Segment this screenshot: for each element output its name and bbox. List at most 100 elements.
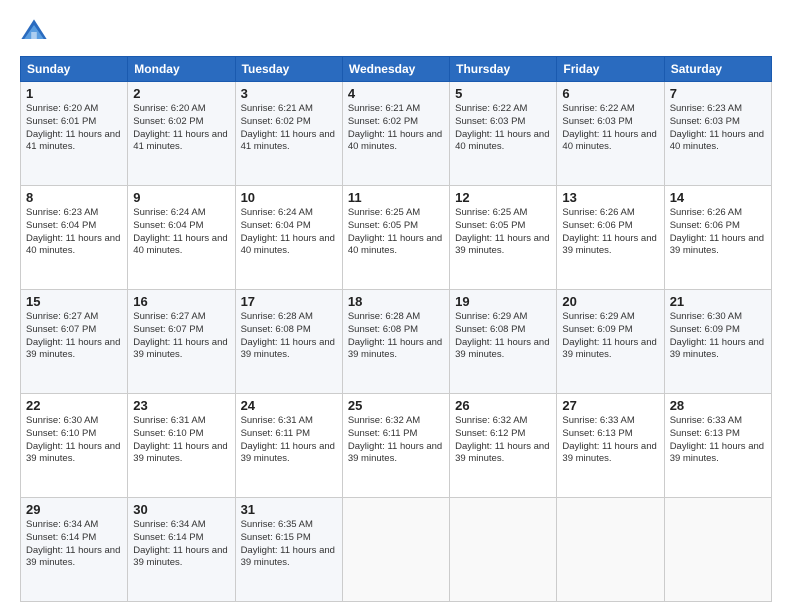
day-number: 18 [348, 294, 444, 309]
day-number: 17 [241, 294, 337, 309]
day-info: Sunrise: 6:33 AM Sunset: 6:13 PM Dayligh… [562, 415, 658, 466]
day-number: 25 [348, 398, 444, 413]
weekday-tuesday: Tuesday [235, 57, 342, 82]
day-cell-14: 14 Sunrise: 6:26 AM Sunset: 6:06 PM Dayl… [664, 186, 771, 290]
day-info: Sunrise: 6:22 AM Sunset: 6:03 PM Dayligh… [562, 103, 658, 154]
day-info: Sunrise: 6:23 AM Sunset: 6:03 PM Dayligh… [670, 103, 766, 154]
day-cell-25: 25 Sunrise: 6:32 AM Sunset: 6:11 PM Dayl… [342, 394, 449, 498]
day-number: 21 [670, 294, 766, 309]
day-info: Sunrise: 6:32 AM Sunset: 6:11 PM Dayligh… [348, 415, 444, 466]
day-number: 7 [670, 86, 766, 101]
day-cell-23: 23 Sunrise: 6:31 AM Sunset: 6:10 PM Dayl… [128, 394, 235, 498]
weekday-saturday: Saturday [664, 57, 771, 82]
day-info: Sunrise: 6:27 AM Sunset: 6:07 PM Dayligh… [26, 311, 122, 362]
day-cell-15: 15 Sunrise: 6:27 AM Sunset: 6:07 PM Dayl… [21, 290, 128, 394]
day-cell-6: 6 Sunrise: 6:22 AM Sunset: 6:03 PM Dayli… [557, 82, 664, 186]
day-number: 23 [133, 398, 229, 413]
logo-icon [20, 18, 48, 46]
week-row-2: 8 Sunrise: 6:23 AM Sunset: 6:04 PM Dayli… [21, 186, 772, 290]
day-info: Sunrise: 6:20 AM Sunset: 6:02 PM Dayligh… [133, 103, 229, 154]
day-number: 19 [455, 294, 551, 309]
day-number: 6 [562, 86, 658, 101]
day-number: 5 [455, 86, 551, 101]
day-cell-4: 4 Sunrise: 6:21 AM Sunset: 6:02 PM Dayli… [342, 82, 449, 186]
day-cell-7: 7 Sunrise: 6:23 AM Sunset: 6:03 PM Dayli… [664, 82, 771, 186]
day-cell-16: 16 Sunrise: 6:27 AM Sunset: 6:07 PM Dayl… [128, 290, 235, 394]
empty-cell [450, 498, 557, 602]
day-number: 8 [26, 190, 122, 205]
day-cell-12: 12 Sunrise: 6:25 AM Sunset: 6:05 PM Dayl… [450, 186, 557, 290]
day-number: 29 [26, 502, 122, 517]
day-cell-13: 13 Sunrise: 6:26 AM Sunset: 6:06 PM Dayl… [557, 186, 664, 290]
day-info: Sunrise: 6:32 AM Sunset: 6:12 PM Dayligh… [455, 415, 551, 466]
page: SundayMondayTuesdayWednesdayThursdayFrid… [0, 0, 792, 612]
day-cell-29: 29 Sunrise: 6:34 AM Sunset: 6:14 PM Dayl… [21, 498, 128, 602]
header [20, 18, 772, 46]
day-info: Sunrise: 6:30 AM Sunset: 6:10 PM Dayligh… [26, 415, 122, 466]
week-row-3: 15 Sunrise: 6:27 AM Sunset: 6:07 PM Dayl… [21, 290, 772, 394]
day-cell-20: 20 Sunrise: 6:29 AM Sunset: 6:09 PM Dayl… [557, 290, 664, 394]
day-info: Sunrise: 6:31 AM Sunset: 6:10 PM Dayligh… [133, 415, 229, 466]
day-info: Sunrise: 6:24 AM Sunset: 6:04 PM Dayligh… [241, 207, 337, 258]
empty-cell [557, 498, 664, 602]
day-info: Sunrise: 6:34 AM Sunset: 6:14 PM Dayligh… [133, 519, 229, 570]
day-info: Sunrise: 6:26 AM Sunset: 6:06 PM Dayligh… [562, 207, 658, 258]
day-cell-9: 9 Sunrise: 6:24 AM Sunset: 6:04 PM Dayli… [128, 186, 235, 290]
day-info: Sunrise: 6:34 AM Sunset: 6:14 PM Dayligh… [26, 519, 122, 570]
day-number: 31 [241, 502, 337, 517]
day-cell-1: 1 Sunrise: 6:20 AM Sunset: 6:01 PM Dayli… [21, 82, 128, 186]
day-info: Sunrise: 6:27 AM Sunset: 6:07 PM Dayligh… [133, 311, 229, 362]
day-cell-17: 17 Sunrise: 6:28 AM Sunset: 6:08 PM Dayl… [235, 290, 342, 394]
day-cell-8: 8 Sunrise: 6:23 AM Sunset: 6:04 PM Dayli… [21, 186, 128, 290]
day-info: Sunrise: 6:26 AM Sunset: 6:06 PM Dayligh… [670, 207, 766, 258]
day-number: 12 [455, 190, 551, 205]
day-info: Sunrise: 6:31 AM Sunset: 6:11 PM Dayligh… [241, 415, 337, 466]
day-number: 11 [348, 190, 444, 205]
day-number: 15 [26, 294, 122, 309]
day-cell-22: 22 Sunrise: 6:30 AM Sunset: 6:10 PM Dayl… [21, 394, 128, 498]
day-cell-30: 30 Sunrise: 6:34 AM Sunset: 6:14 PM Dayl… [128, 498, 235, 602]
day-info: Sunrise: 6:25 AM Sunset: 6:05 PM Dayligh… [455, 207, 551, 258]
day-info: Sunrise: 6:21 AM Sunset: 6:02 PM Dayligh… [348, 103, 444, 154]
day-info: Sunrise: 6:21 AM Sunset: 6:02 PM Dayligh… [241, 103, 337, 154]
day-info: Sunrise: 6:30 AM Sunset: 6:09 PM Dayligh… [670, 311, 766, 362]
day-number: 9 [133, 190, 229, 205]
day-number: 14 [670, 190, 766, 205]
day-number: 28 [670, 398, 766, 413]
day-cell-3: 3 Sunrise: 6:21 AM Sunset: 6:02 PM Dayli… [235, 82, 342, 186]
day-cell-31: 31 Sunrise: 6:35 AM Sunset: 6:15 PM Dayl… [235, 498, 342, 602]
day-number: 22 [26, 398, 122, 413]
day-cell-10: 10 Sunrise: 6:24 AM Sunset: 6:04 PM Dayl… [235, 186, 342, 290]
day-number: 16 [133, 294, 229, 309]
weekday-thursday: Thursday [450, 57, 557, 82]
day-cell-5: 5 Sunrise: 6:22 AM Sunset: 6:03 PM Dayli… [450, 82, 557, 186]
day-info: Sunrise: 6:20 AM Sunset: 6:01 PM Dayligh… [26, 103, 122, 154]
calendar-table: SundayMondayTuesdayWednesdayThursdayFrid… [20, 56, 772, 602]
day-info: Sunrise: 6:24 AM Sunset: 6:04 PM Dayligh… [133, 207, 229, 258]
day-cell-2: 2 Sunrise: 6:20 AM Sunset: 6:02 PM Dayli… [128, 82, 235, 186]
logo [20, 18, 54, 46]
empty-cell [664, 498, 771, 602]
day-number: 30 [133, 502, 229, 517]
day-cell-21: 21 Sunrise: 6:30 AM Sunset: 6:09 PM Dayl… [664, 290, 771, 394]
week-row-5: 29 Sunrise: 6:34 AM Sunset: 6:14 PM Dayl… [21, 498, 772, 602]
week-row-1: 1 Sunrise: 6:20 AM Sunset: 6:01 PM Dayli… [21, 82, 772, 186]
day-cell-24: 24 Sunrise: 6:31 AM Sunset: 6:11 PM Dayl… [235, 394, 342, 498]
day-cell-18: 18 Sunrise: 6:28 AM Sunset: 6:08 PM Dayl… [342, 290, 449, 394]
day-number: 2 [133, 86, 229, 101]
day-number: 1 [26, 86, 122, 101]
weekday-header-row: SundayMondayTuesdayWednesdayThursdayFrid… [21, 57, 772, 82]
day-number: 10 [241, 190, 337, 205]
day-info: Sunrise: 6:23 AM Sunset: 6:04 PM Dayligh… [26, 207, 122, 258]
day-info: Sunrise: 6:22 AM Sunset: 6:03 PM Dayligh… [455, 103, 551, 154]
day-number: 26 [455, 398, 551, 413]
day-info: Sunrise: 6:25 AM Sunset: 6:05 PM Dayligh… [348, 207, 444, 258]
day-number: 4 [348, 86, 444, 101]
day-cell-28: 28 Sunrise: 6:33 AM Sunset: 6:13 PM Dayl… [664, 394, 771, 498]
day-number: 24 [241, 398, 337, 413]
week-row-4: 22 Sunrise: 6:30 AM Sunset: 6:10 PM Dayl… [21, 394, 772, 498]
day-cell-27: 27 Sunrise: 6:33 AM Sunset: 6:13 PM Dayl… [557, 394, 664, 498]
day-number: 3 [241, 86, 337, 101]
day-number: 27 [562, 398, 658, 413]
weekday-friday: Friday [557, 57, 664, 82]
